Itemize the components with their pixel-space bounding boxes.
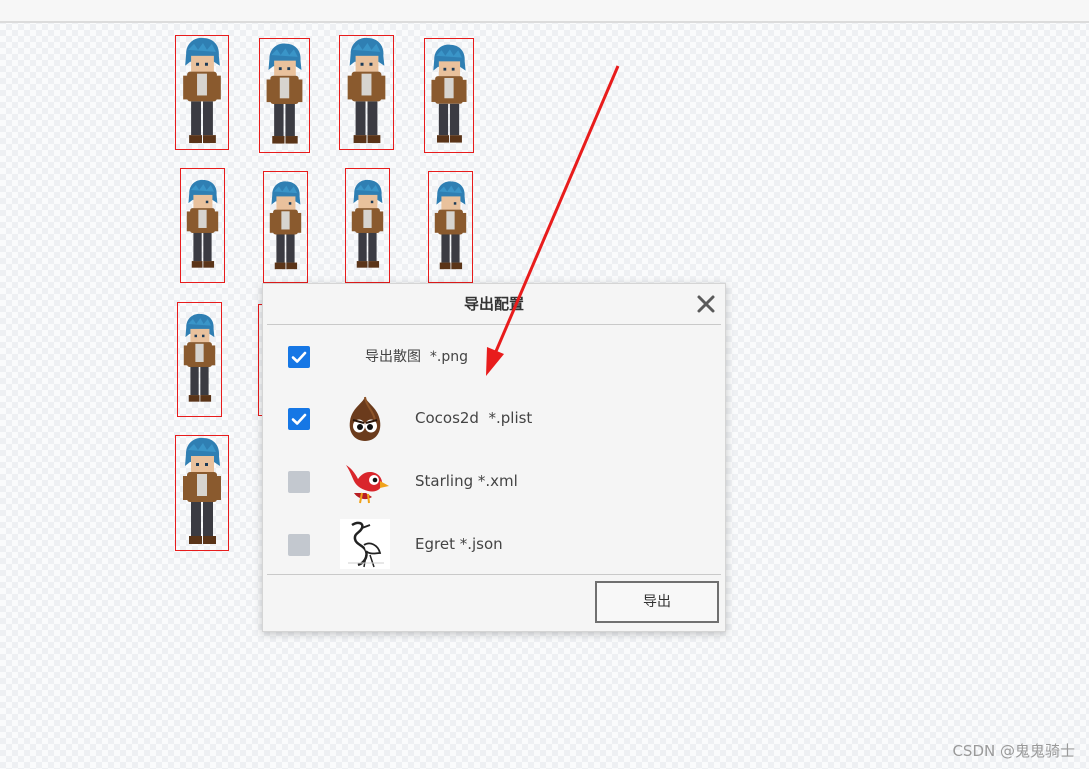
- png-option-label: 导出散图 *.png: [365, 349, 468, 365]
- sprite-frame[interactable]: [263, 171, 308, 283]
- export-button[interactable]: 导出: [595, 581, 719, 623]
- starling-checkbox[interactable]: [288, 471, 310, 493]
- character-sprite: [183, 37, 221, 144]
- title-divider: [267, 324, 721, 325]
- option-egret-row[interactable]: Egret *.json: [263, 518, 725, 574]
- sprite-frame[interactable]: [259, 38, 310, 153]
- sprite-frame[interactable]: [180, 168, 225, 283]
- checkmark-icon: [291, 351, 307, 363]
- option-cocos2d-row[interactable]: Cocos2d *.plist: [263, 392, 725, 448]
- character-sprite: [186, 179, 219, 268]
- egret-crane-icon: [340, 519, 390, 569]
- character-sprite: [434, 181, 467, 270]
- export-config-dialog: 导出配置 导出散图 *.png Cocos2d *.plist Starling…: [262, 283, 726, 632]
- character-sprite: [266, 43, 303, 144]
- option-png-row[interactable]: 导出散图 *.png: [263, 329, 725, 385]
- starling-option-label: Starling *.xml: [415, 472, 518, 490]
- egret-checkbox[interactable]: [288, 534, 310, 556]
- sprite-frame[interactable]: [339, 35, 394, 150]
- egret-option-label: Egret *.json: [415, 535, 503, 553]
- cocos2d-checkbox[interactable]: [288, 408, 310, 430]
- csdn-watermark: CSDN @鬼鬼骑士: [952, 742, 1075, 760]
- sprite-frame[interactable]: [345, 168, 390, 283]
- character-sprite: [183, 313, 216, 402]
- option-starling-row[interactable]: Starling *.xml: [263, 455, 725, 511]
- cocos2d-option-label: Cocos2d *.plist: [415, 409, 533, 427]
- character-sprite: [431, 44, 467, 143]
- sprite-frame[interactable]: [424, 38, 474, 153]
- checkmark-icon: [291, 413, 307, 425]
- top-toolbar: [0, 0, 1089, 23]
- starling-bird-icon: [340, 457, 390, 507]
- footer-divider: [267, 574, 721, 575]
- character-sprite: [351, 179, 384, 268]
- dialog-title: 导出配置: [463, 295, 524, 313]
- sprite-frame[interactable]: [175, 35, 229, 150]
- cocos2d-logo-icon: [340, 394, 390, 444]
- close-icon[interactable]: [695, 293, 717, 315]
- character-sprite: [183, 437, 221, 544]
- sprite-frame[interactable]: [428, 171, 473, 283]
- sprite-frame[interactable]: [177, 302, 222, 417]
- character-sprite: [347, 37, 386, 144]
- sprite-frame[interactable]: [175, 435, 229, 551]
- character-sprite: [269, 181, 302, 270]
- png-checkbox[interactable]: [288, 346, 310, 368]
